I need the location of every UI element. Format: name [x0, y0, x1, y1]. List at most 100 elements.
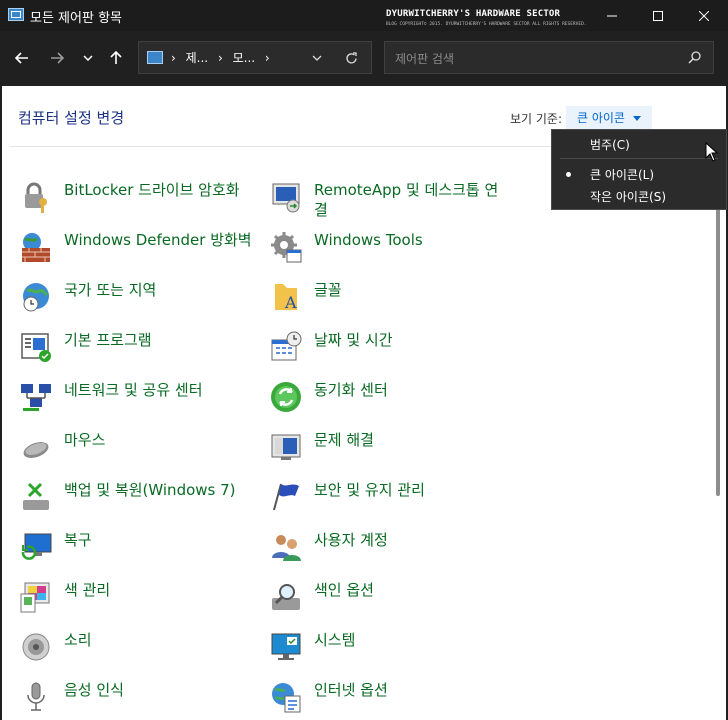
cp-item-label: BitLocker 드라이브 암호화	[64, 181, 240, 199]
cp-item-date-time[interactable]: 날짜 및 시간	[269, 326, 514, 370]
window-title: 모든 제어판 항목	[30, 11, 122, 26]
indexing-icon	[272, 584, 300, 610]
cp-item-indexing-options[interactable]: 색인 옵션	[269, 576, 514, 620]
refresh-button[interactable]	[339, 48, 363, 68]
cp-item-region[interactable]: 국가 또는 지역	[19, 276, 259, 320]
breadcrumb-item[interactable]: 모...	[233, 51, 255, 65]
cp-item-security-maintenance[interactable]: 보안 및 유지 관리	[269, 476, 514, 520]
users-icon	[272, 535, 301, 561]
search-input[interactable]: 제어판 검색	[395, 50, 454, 67]
cp-item-label: 백업 및 복원(Windows 7)	[64, 481, 236, 499]
title-bar: 모든 제어판 항목 DYURWITCHERRY'S HARDWARE SECTO…	[0, 0, 728, 31]
sync-icon	[271, 382, 301, 412]
cp-item-label: RemoteApp 및 데스크톱 연결	[314, 181, 499, 219]
address-bar[interactable]: › 제... › 모... ›	[138, 41, 372, 74]
forward-button[interactable]	[42, 43, 72, 73]
cp-item-label: Windows Defender 방화벽	[64, 231, 252, 249]
cp-item-label: 국가 또는 지역	[64, 281, 157, 299]
cp-item-internet-options[interactable]: 인터넷 옵션	[269, 676, 514, 720]
menu-item-category[interactable]: 범주(C)	[590, 136, 630, 153]
view-by-label: 보기 기준:	[510, 112, 563, 126]
cp-item-backup[interactable]: 백업 및 복원(Windows 7)	[19, 476, 259, 520]
page-title: 컴퓨터 설정 변경	[18, 109, 125, 127]
view-by-value: 큰 아이콘	[577, 111, 625, 125]
cp-item-label: 복구	[64, 531, 92, 549]
network-icon	[21, 384, 51, 411]
cp-item-label: 색인 옵션	[314, 581, 374, 599]
cp-item-label: 시스템	[314, 631, 356, 649]
cp-item-user-accounts[interactable]: 사용자 계정	[269, 526, 514, 570]
speaker-icon	[22, 633, 50, 661]
cp-item-label: 날짜 및 시간	[314, 331, 393, 349]
refresh-icon	[345, 51, 357, 63]
calendar-clock-icon	[271, 331, 302, 361]
breadcrumb-separator: ›	[171, 51, 176, 65]
cp-item-sound[interactable]: 소리	[19, 626, 259, 670]
color-management-icon	[20, 582, 50, 613]
cp-item-label: 사용자 계정	[314, 531, 388, 549]
recent-locations-button[interactable]	[73, 43, 103, 73]
svg-text:A: A	[284, 293, 297, 312]
cp-item-speech[interactable]: 음성 인식	[19, 676, 259, 720]
cp-item-bitlocker[interactable]: BitLocker 드라이브 암호화	[19, 176, 259, 220]
firewall-icon	[22, 233, 50, 262]
maximize-button[interactable]	[635, 0, 681, 31]
arrow-right-icon	[51, 52, 64, 64]
cp-item-label: 글꼴	[314, 281, 342, 299]
cp-item-troubleshooting[interactable]: 문제 해결	[269, 426, 514, 470]
watermark-subtext: BLOG COPYRIGHT© 2015. DYURWITCHERRY'S HA…	[386, 22, 587, 27]
cp-item-label: 음성 인식	[64, 681, 124, 699]
cp-item-firewall[interactable]: Windows Defender 방화벽	[19, 226, 259, 270]
minimize-button[interactable]	[589, 0, 635, 31]
breadcrumb: › 제... › 모... ›	[171, 49, 276, 66]
chevron-down-icon	[312, 55, 322, 61]
cp-item-remoteapp[interactable]: RemoteApp 및 데스크톱 연결	[269, 176, 514, 220]
cp-item-color-management[interactable]: 색 관리	[19, 576, 259, 620]
cp-item-label: 색 관리	[64, 581, 111, 599]
cp-item-label: 인터넷 옵션	[314, 681, 388, 699]
backup-icon	[23, 482, 49, 510]
watermark: DYURWITCHERRY'S HARDWARE SECTOR	[386, 9, 561, 19]
menu-item-small-icons[interactable]: 작은 아이콘(S)	[590, 188, 666, 205]
cp-item-sync-center[interactable]: 동기화 센터	[269, 376, 514, 420]
breadcrumb-separator: ›	[264, 51, 270, 65]
back-button[interactable]	[7, 43, 37, 73]
search-icon[interactable]	[687, 50, 703, 66]
remoteapp-icon	[272, 183, 300, 213]
arrow-left-icon	[15, 52, 28, 64]
bitlocker-icon	[25, 182, 47, 213]
internet-options-icon	[272, 683, 301, 713]
cp-item-system[interactable]: 시스템	[269, 626, 514, 670]
scrollbar[interactable]	[716, 186, 720, 496]
cp-item-recovery[interactable]: 복구	[19, 526, 259, 570]
font-folder-icon: A	[275, 284, 297, 312]
cp-item-windows-tools[interactable]: Windows Tools	[269, 226, 514, 270]
caret-down-icon	[632, 116, 641, 121]
cp-item-label: 동기화 센터	[314, 381, 388, 399]
control-panel-icon	[147, 51, 163, 64]
breadcrumb-separator: ›	[217, 51, 223, 65]
close-button[interactable]	[681, 0, 727, 31]
up-button[interactable]	[101, 43, 131, 73]
breadcrumb-item[interactable]: 제...	[186, 51, 208, 65]
cp-item-fonts[interactable]: A 글꼴	[269, 276, 514, 320]
system-monitor-icon	[271, 633, 301, 660]
mouse-cursor-icon	[705, 142, 719, 162]
cp-item-network[interactable]: 네트워크 및 공유 센터	[19, 376, 259, 420]
mouse-icon	[23, 442, 49, 458]
address-dropdown-button[interactable]	[307, 50, 327, 66]
menu-separator	[560, 158, 718, 159]
selected-bullet-icon	[566, 172, 571, 177]
microphone-icon	[27, 682, 45, 711]
maximize-icon	[653, 10, 663, 21]
globe-clock-icon	[23, 283, 49, 312]
recovery-icon	[21, 533, 52, 560]
cp-item-label: 소리	[64, 631, 92, 649]
view-by-dropdown[interactable]: 큰 아이콘	[566, 106, 652, 130]
cp-item-mouse[interactable]: 마우스	[19, 426, 259, 470]
search-box[interactable]: 제어판 검색	[384, 41, 714, 74]
cp-item-default-programs[interactable]: 기본 프로그램	[19, 326, 259, 370]
gear-icon	[271, 232, 302, 263]
menu-item-large-icons[interactable]: 큰 아이콘(L)	[590, 166, 654, 183]
control-panel-icon	[8, 8, 24, 21]
